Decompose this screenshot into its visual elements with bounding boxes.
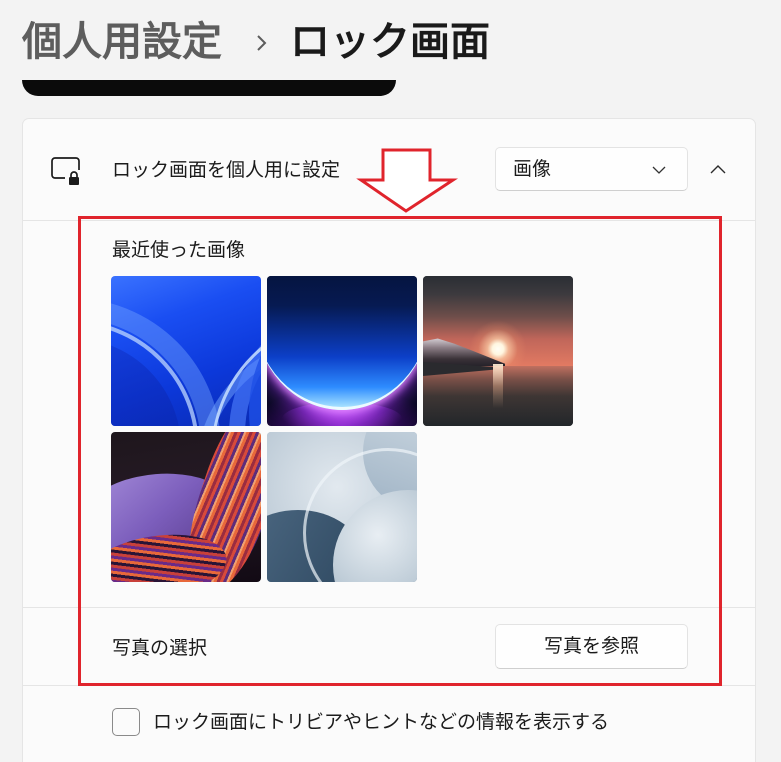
thumbnail-art-layer [211,314,261,426]
choose-photo-label: 写真の選択 [112,637,208,659]
trivia-checkbox-label[interactable]: ロック画面にトリビアやヒントなどの情報を表示する [153,709,609,735]
collapse-button[interactable] [698,150,738,190]
chevron-down-icon [652,166,666,174]
recent-images-heading: 最近使った画像 [112,239,246,261]
recent-image-thumbnail-4[interactable] [111,432,261,582]
trivia-checkbox[interactable] [112,708,140,736]
browse-photos-button[interactable]: 写真を参照 [495,624,688,669]
page-title: ロック画面 [290,19,490,65]
personalize-lock-screen-label: ロック画面を個人用に設定 [112,159,341,181]
recent-image-thumbnail-2[interactable] [267,276,417,426]
dropdown-selected-value: 画像 [513,158,552,180]
recent-image-thumbnail-5[interactable] [267,432,417,582]
breadcrumb-parent-link[interactable]: 個人用設定 [22,18,222,66]
arrow-down-icon [356,148,458,213]
chevron-up-icon [710,165,726,174]
recent-image-thumbnail-3[interactable] [423,276,573,426]
lock-screen-icon [50,156,82,186]
chevron-right-icon [255,34,269,52]
recent-image-thumbnail-1[interactable] [111,276,261,426]
lock-screen-preview [22,80,396,96]
thumbnail-art-layer [493,364,503,408]
breadcrumb: 個人用設定 ロック画面 [0,0,781,70]
lock-screen-type-dropdown[interactable]: 画像 [495,147,688,191]
thumbnail-art-layer [267,276,417,410]
